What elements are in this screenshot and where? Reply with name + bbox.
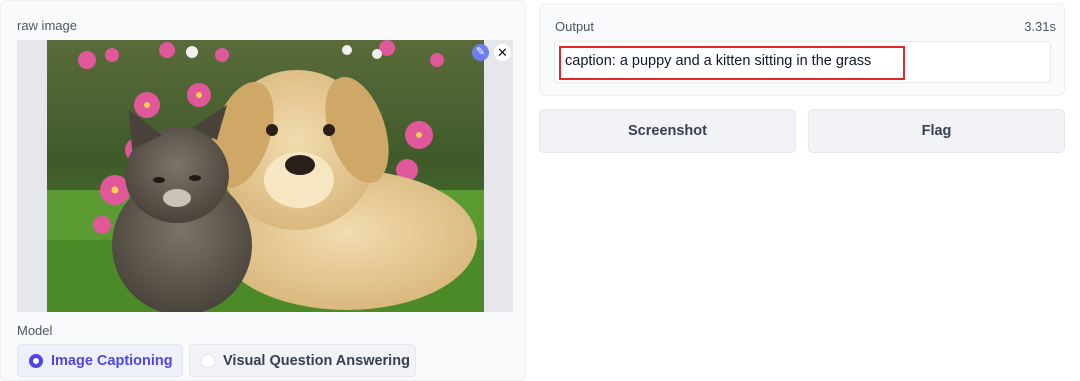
input-panel: raw image ✎ ✕ Model Image Captioning Vis… [0,0,526,381]
radio-selected-icon [29,353,43,368]
model-label: Model [17,323,53,338]
flag-button[interactable]: Flag [808,109,1065,153]
radio-unselected-icon [201,353,215,368]
close-icon[interactable]: ✕ [494,44,511,61]
puppy-kitten-image [47,40,484,312]
output-label: Output [555,19,595,34]
output-caption-text: caption: a puppy and a kitten sitting in… [565,53,872,69]
radio-label-vqa: Visual Question Answering [223,352,410,369]
radio-visual-question-answering[interactable]: Visual Question Answering [189,344,416,377]
radio-image-captioning[interactable]: Image Captioning [17,344,183,377]
screenshot-button[interactable]: Screenshot [539,109,796,153]
output-panel: Output 3.31s caption: a puppy and a kitt… [539,3,1065,96]
raw-image[interactable]: ✎ ✕ [17,40,513,312]
radio-label-image-captioning: Image Captioning [51,352,173,369]
elapsed-time: 3.31s [1024,19,1056,34]
raw-image-label: raw image [17,18,77,33]
pencil-icon[interactable]: ✎ [472,44,489,61]
